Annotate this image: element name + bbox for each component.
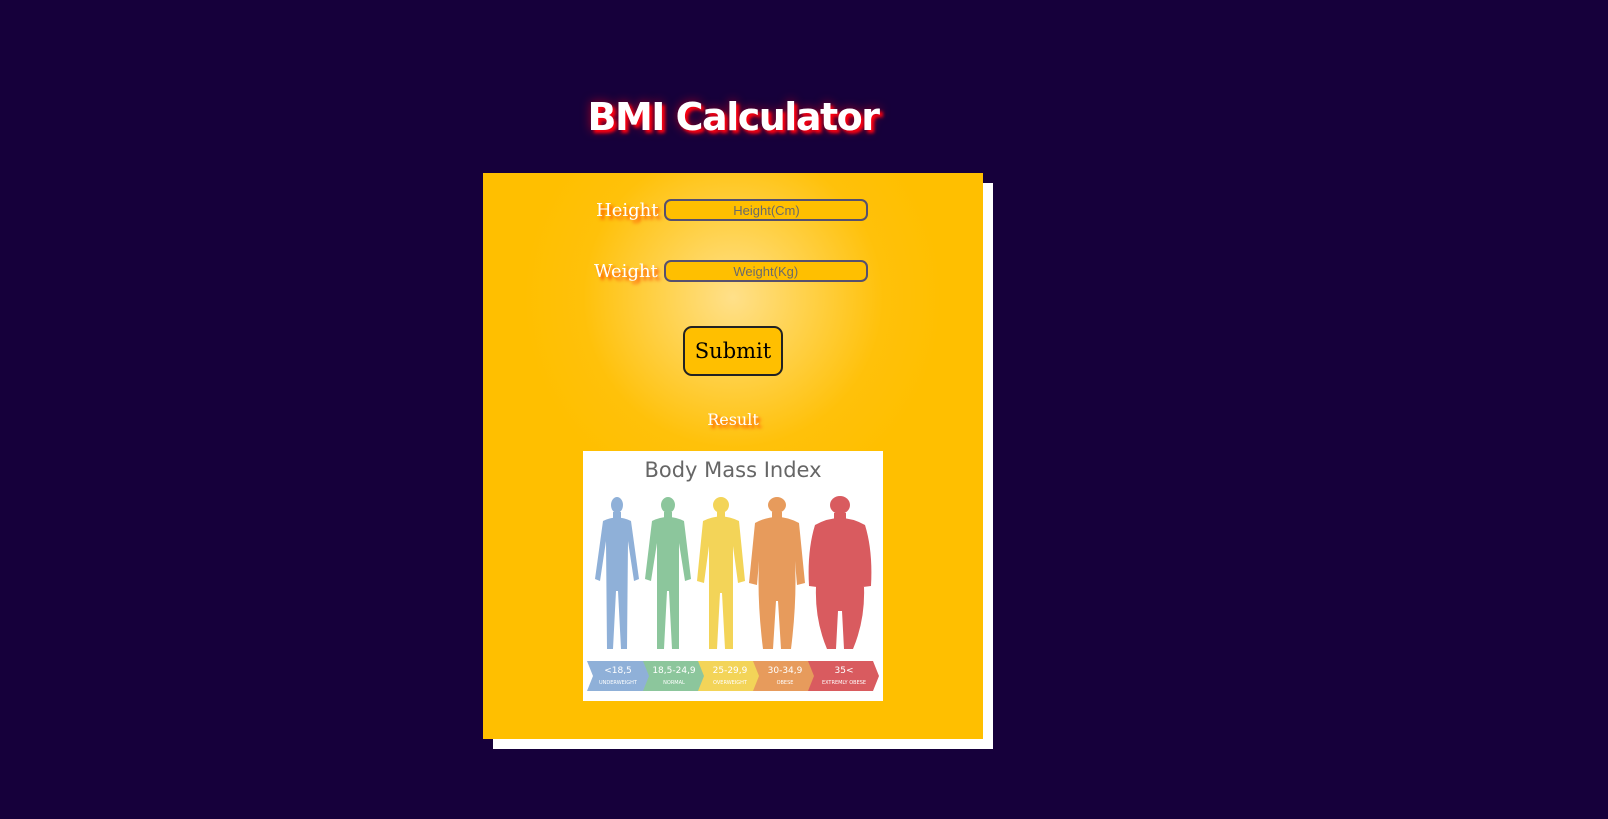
bmi-infographic: Body Mass Index <18,5 UNDERWEIGHT 18,5-2… bbox=[587, 458, 879, 691]
weight-row: Weight bbox=[594, 260, 868, 282]
extremely-obese-range: 35< bbox=[835, 666, 854, 676]
bmi-chart-image: Body Mass Index <18,5 UNDERWEIGHT 18,5-2… bbox=[583, 451, 883, 701]
overweight-figure-icon bbox=[697, 497, 745, 649]
overweight-name: OVERWEIGHT bbox=[713, 680, 748, 686]
result-text: Result bbox=[707, 410, 759, 429]
obese-name: OBESE bbox=[777, 680, 794, 686]
extremely-obese-figure-icon bbox=[808, 496, 872, 649]
normal-range: 18,5-24,9 bbox=[652, 666, 696, 676]
height-row: Height bbox=[596, 199, 869, 221]
underweight-name: UNDERWEIGHT bbox=[599, 680, 638, 686]
underweight-range: <18,5 bbox=[604, 666, 632, 676]
bmi-form-card: Height Weight Submit Result Body Mass In… bbox=[483, 173, 983, 739]
extremely-obese-name: EXTREMLY OBESE bbox=[822, 680, 866, 686]
normal-figure-icon bbox=[645, 497, 691, 649]
obese-figure-icon bbox=[749, 497, 805, 649]
weight-label: Weight bbox=[594, 260, 658, 282]
height-label: Height bbox=[596, 199, 659, 221]
weight-input[interactable] bbox=[663, 260, 868, 282]
submit-button[interactable]: Submit bbox=[683, 326, 783, 376]
overweight-range: 25-29,9 bbox=[713, 666, 748, 676]
bmi-image-title: Body Mass Index bbox=[644, 458, 821, 482]
obese-range: 30-34,9 bbox=[768, 666, 803, 676]
underweight-figure-icon bbox=[595, 497, 639, 649]
height-input[interactable] bbox=[664, 199, 869, 221]
page-title: BMI Calculator bbox=[587, 95, 880, 139]
normal-name: NORMAL bbox=[663, 680, 685, 686]
